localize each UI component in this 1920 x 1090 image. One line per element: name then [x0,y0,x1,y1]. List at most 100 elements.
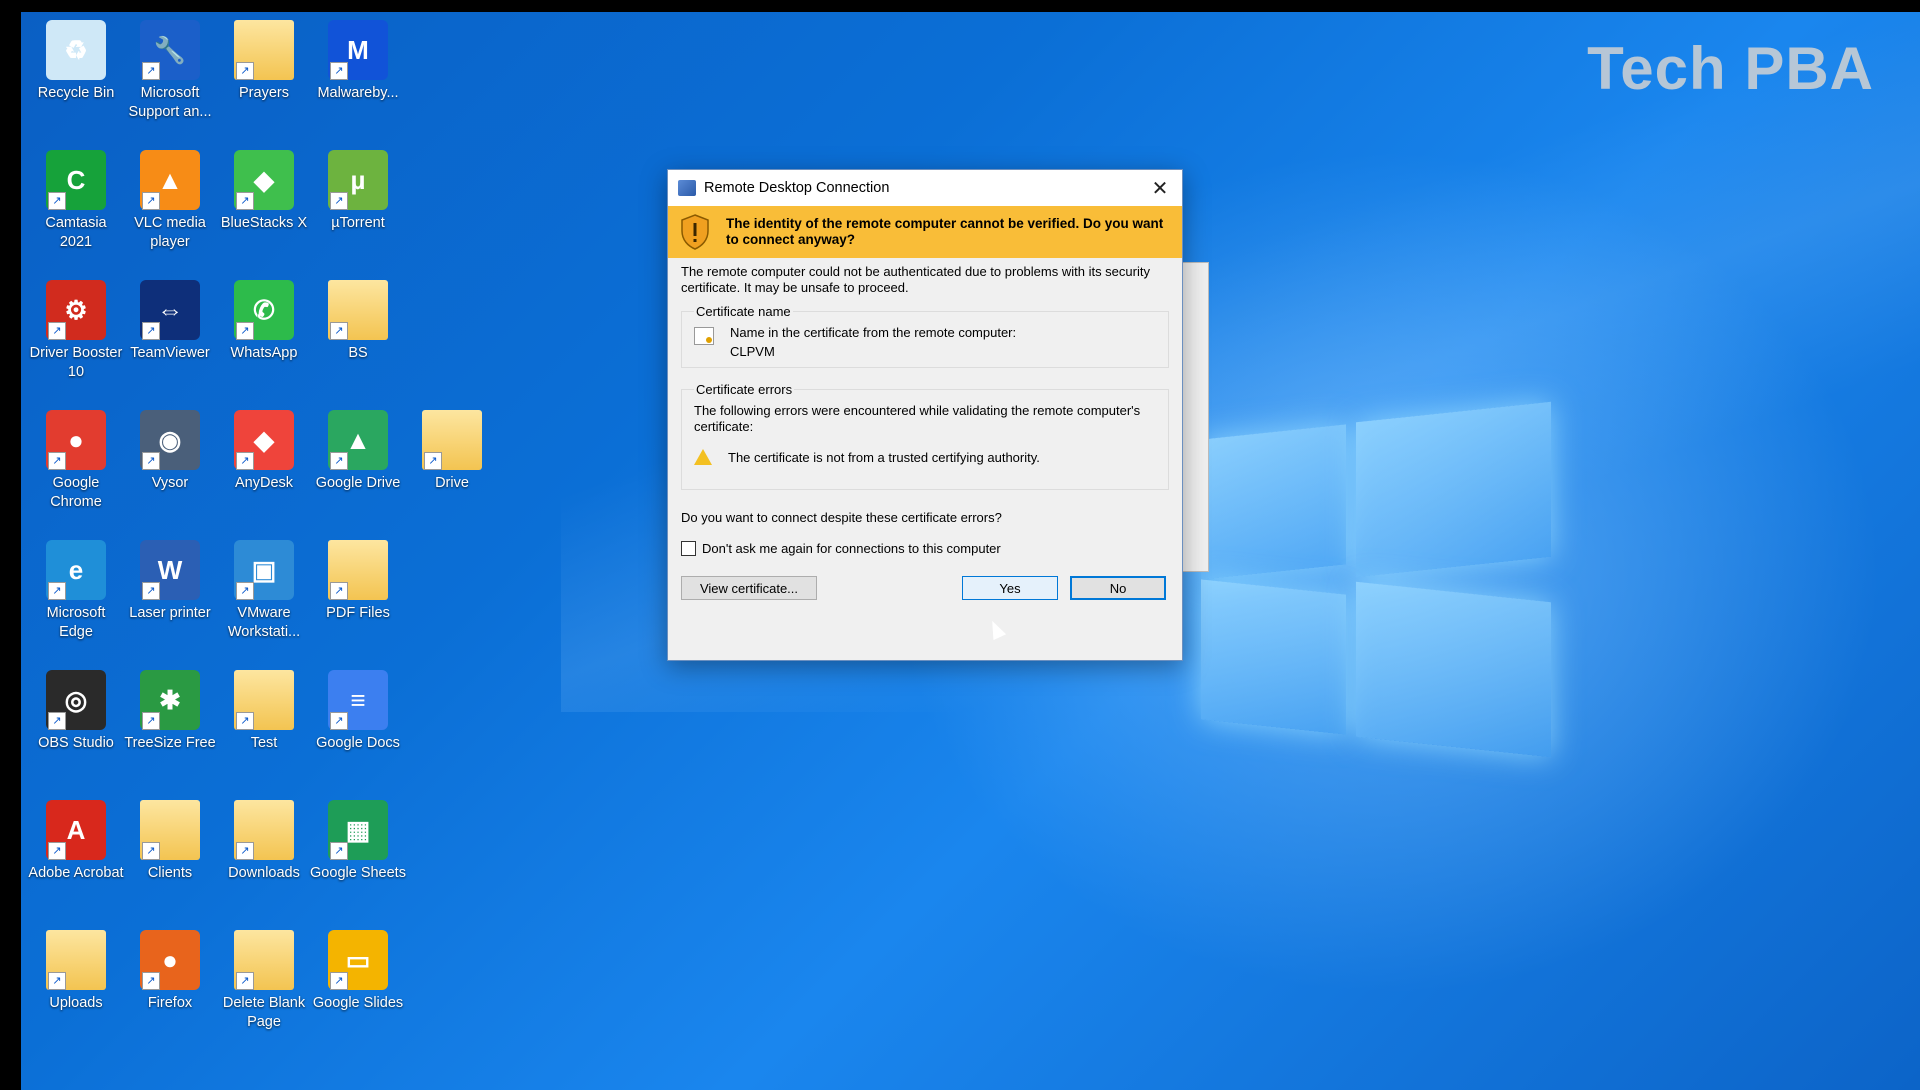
icon-glyph: ♻ [64,34,88,65]
shortcut-arrow-icon: ↗ [236,452,254,470]
desktop-icon-label: Google Chrome [50,475,102,510]
shortcut-arrow-icon: ↗ [236,322,254,340]
desktop-icon[interactable]: ↗ Delete Blank Page [216,930,312,1032]
shortcut-arrow-icon: ↗ [48,452,66,470]
yes-button[interactable]: Yes [962,576,1058,600]
firefox-icon: ● ↗ [140,930,200,990]
desktop-icon[interactable]: C ↗ Camtasia 2021 [28,150,124,252]
desktop-icon-label: Recycle Bin [37,85,115,101]
close-button[interactable]: ✕ [1138,170,1182,206]
desktop-icon-label: Test [250,735,278,751]
desktop-icon-label: Delete Blank Page [222,995,306,1030]
certificate-name-label: Name in the certificate from the remote … [730,325,1017,340]
desktop-icon[interactable]: ▲ ↗ VLC media player [122,150,218,252]
desktop-icon[interactable]: ↗ Drive [404,410,500,493]
desktop-icon-label: Clients [147,865,193,881]
shortcut-arrow-icon: ↗ [330,62,348,80]
dialog-titlebar[interactable]: Remote Desktop Connection ✕ [668,170,1182,206]
folder-icon: ↗ [234,800,294,860]
desktop-icon-label: Prayers [239,85,289,101]
desktop-icon[interactable]: M ↗ Malwareby... [310,20,406,103]
desktop-icon[interactable]: ↗ Test [216,670,312,753]
dont-ask-checkbox-row[interactable]: Don't ask me again for connections to th… [681,541,1169,556]
desktop-icon[interactable]: ↗ Prayers [216,20,312,103]
desktop-icon[interactable]: ⇔ ↗ TeamViewer [122,280,218,363]
desktop-icon[interactable]: e ↗ Microsoft Edge [28,540,124,642]
desktop-icon[interactable]: ⚙ ↗ Driver Booster 10 [28,280,124,382]
edge-icon: e ↗ [46,540,106,600]
desktop-icon[interactable]: ✆ ↗ WhatsApp [216,280,312,363]
certificate-name-group: Certificate name Name in the certificate… [681,304,1169,368]
acrobat-icon: A ↗ [46,800,106,860]
shield-warning-icon [681,214,709,250]
shortcut-arrow-icon: ↗ [330,322,348,340]
desktop-icon[interactable]: ▲ ↗ Google Drive [310,410,406,493]
certificate-icon [694,327,714,345]
shortcut-arrow-icon: ↗ [236,62,254,80]
rdp-security-dialog: Remote Desktop Connection ✕ The identity… [667,169,1183,661]
shortcut-arrow-icon: ↗ [330,582,348,600]
shortcut-arrow-icon: ↗ [48,582,66,600]
folder-icon: ↗ [422,410,482,470]
malwarebytes-icon: M ↗ [328,20,388,80]
desktop-icon-label: Malwareby... [317,85,399,101]
driver-booster-icon: ⚙ ↗ [46,280,106,340]
desktop-icon[interactable]: W ↗ Laser printer [122,540,218,623]
desktop-icon[interactable]: ↗ Uploads [28,930,124,1013]
desktop-icon[interactable]: ↗ Downloads [216,800,312,883]
desktop-icon-label: Google Docs [316,735,400,751]
desktop-icon[interactable]: ◆ ↗ AnyDesk [216,410,312,493]
no-button[interactable]: No [1070,576,1166,600]
desktop-icon[interactable]: ✱ ↗ TreeSize Free [122,670,218,753]
desktop-icon[interactable]: ↗ BS [310,280,406,363]
desktop-icon-label: Google Slides [312,995,404,1011]
folder-icon: ↗ [234,20,294,80]
desktop-icon[interactable]: ● ↗ Firefox [122,930,218,1013]
desktop-icon-label: Google Drive [315,475,401,491]
desktop-icon[interactable]: ≡ ↗ Google Docs [310,670,406,753]
desktop-icon-label: µTorrent [331,215,385,231]
desktop-icon[interactable]: ↗ PDF Files [310,540,406,623]
desktop-icon[interactable]: ♻ Recycle Bin [28,20,124,103]
desktop-icon[interactable]: ◉ ↗ Vysor [122,410,218,493]
desktop-icon-label: VLC media player [134,215,206,250]
desktop-icon[interactable]: ▭ ↗ Google Slides [310,930,406,1013]
shortcut-arrow-icon: ↗ [142,62,160,80]
whatsapp-icon: ✆ ↗ [234,280,294,340]
desktop-icon-label: Camtasia 2021 [45,215,107,250]
desktop-icon-label: AnyDesk [234,475,294,491]
desktop-icon-label: Vysor [151,475,189,491]
shortcut-arrow-icon: ↗ [142,712,160,730]
shortcut-arrow-icon: ↗ [48,322,66,340]
desktop-icon[interactable]: ◆ ↗ BlueStacks X [216,150,312,233]
desktop-icon[interactable]: µ ↗ µTorrent [310,150,406,233]
google-slides-icon: ▭ ↗ [328,930,388,990]
shortcut-arrow-icon: ↗ [142,972,160,990]
utorrent-icon: µ ↗ [328,150,388,210]
desktop-icon[interactable]: ◎ ↗ OBS Studio [28,670,124,753]
obs-icon: ◎ ↗ [46,670,106,730]
desktop-icon[interactable]: 🔧 ↗ Microsoft Support an... [122,20,218,122]
desktop-icon-label: Adobe Acrobat [28,865,124,881]
folder-icon: ↗ [46,930,106,990]
view-certificate-button[interactable]: View certificate... [681,576,817,600]
desktop-icon[interactable]: ● ↗ Google Chrome [28,410,124,512]
certificate-errors-intro: The following errors were encountered wh… [694,403,1141,434]
shortcut-arrow-icon: ↗ [142,582,160,600]
desktop: ♻ Recycle Bin 🔧 ↗ Microsoft Support an... ↗ Pr… [21,12,1920,1090]
shortcut-arrow-icon: ↗ [48,192,66,210]
desktop-icon-label: Driver Booster 10 [29,345,123,380]
desktop-icon[interactable]: A ↗ Adobe Acrobat [28,800,124,883]
teamviewer-icon: ⇔ ↗ [140,280,200,340]
desktop-icon[interactable]: ▦ ↗ Google Sheets [310,800,406,883]
folder-icon: ↗ [328,280,388,340]
dont-ask-checkbox[interactable] [681,541,696,556]
desktop-icon[interactable]: ▣ ↗ VMware Workstati... [216,540,312,642]
dont-ask-label[interactable]: Don't ask me again for connections to th… [702,541,1001,556]
certificate-error-item: The certificate is not from a trusted ce… [728,449,1040,465]
vmware-icon: ▣ ↗ [234,540,294,600]
word-icon: W ↗ [140,540,200,600]
desktop-icon[interactable]: ↗ Clients [122,800,218,883]
shortcut-arrow-icon: ↗ [330,712,348,730]
shortcut-arrow-icon: ↗ [424,452,442,470]
